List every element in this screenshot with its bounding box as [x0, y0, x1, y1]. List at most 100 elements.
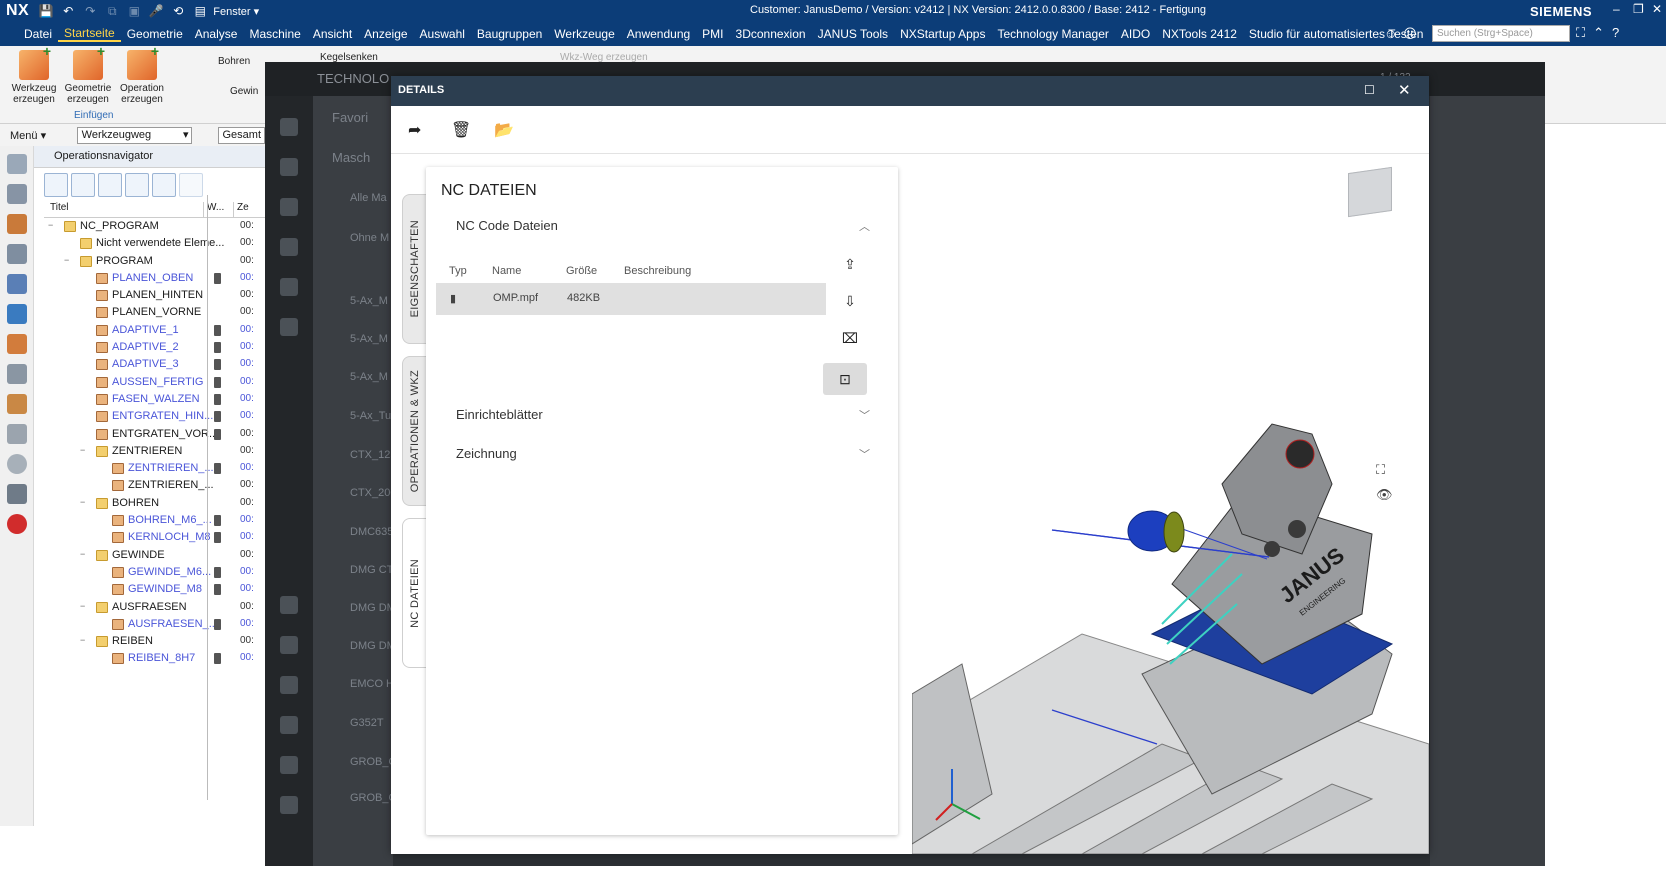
- minimize-button[interactable]: –: [1613, 2, 1620, 16]
- menu-item-geometrie[interactable]: Geometrie: [121, 27, 189, 41]
- tree-row[interactable]: ZENTRIEREN_... 00:: [44, 477, 265, 494]
- file-preview-icon[interactable]: ⊡: [823, 363, 867, 395]
- gear-icon[interactable]: [280, 636, 298, 654]
- part-icon[interactable]: [7, 184, 27, 204]
- menu-item-pmi[interactable]: PMI: [696, 27, 729, 41]
- machine-view-icon[interactable]: [71, 173, 95, 197]
- logout-icon[interactable]: [280, 796, 298, 814]
- tree-row[interactable]: REIBEN_8H7 00:: [44, 650, 265, 667]
- expand-toggle-icon[interactable]: −: [80, 635, 85, 645]
- operation-erzeugen-button[interactable]: Operation erzeugen: [116, 46, 168, 105]
- feature-icon[interactable]: [7, 424, 27, 444]
- tree-row[interactable]: − PROGRAM 00:: [44, 253, 265, 270]
- globe-icon[interactable]: [280, 756, 298, 774]
- part-navigator-icon[interactable]: [7, 244, 27, 264]
- file-download-icon[interactable]: ⇩: [839, 290, 861, 312]
- gewinde-button[interactable]: Gewin: [230, 86, 258, 97]
- expand-toggle-icon[interactable]: −: [80, 601, 85, 611]
- cutter-icon[interactable]: [280, 278, 298, 296]
- tree-row[interactable]: KERNLOCH_M8 00:: [44, 529, 265, 546]
- method-view-icon[interactable]: [125, 173, 149, 197]
- users-icon[interactable]: [280, 676, 298, 694]
- machine-list-item[interactable]: 5-Ax_M: [350, 295, 388, 307]
- table-icon[interactable]: [7, 304, 27, 324]
- smiley-icon[interactable]: ☺: [1384, 26, 1397, 42]
- tree-row[interactable]: − AUSFRAESEN 00:: [44, 599, 265, 616]
- tool-icon[interactable]: [280, 238, 298, 256]
- repeat-icon[interactable]: ⟲: [169, 4, 187, 18]
- machine-list-item[interactable]: 5-Ax_M: [350, 333, 388, 345]
- accordion-einrichteblaetter[interactable]: Einrichteblätter ﹀: [436, 396, 884, 434]
- file-row[interactable]: ▮ OMP.mpf 482KB: [436, 283, 826, 315]
- fullscreen-icon[interactable]: ⛶: [1576, 25, 1585, 41]
- menu-item-ansicht[interactable]: Ansicht: [307, 27, 358, 41]
- menu-item-analyse[interactable]: Analyse: [189, 27, 244, 41]
- collapse-icon[interactable]: ⌃: [1593, 25, 1604, 41]
- machine-list-item[interactable]: Ohne M: [350, 232, 389, 244]
- expand-toggle-icon[interactable]: −: [48, 220, 53, 230]
- scope-filter-select[interactable]: Gesamt: [218, 126, 265, 144]
- tree-row[interactable]: BOHREN_M6_... 00:: [44, 512, 265, 529]
- column-w[interactable]: W...: [204, 202, 234, 217]
- geometry-view-icon[interactable]: [98, 173, 122, 197]
- machine-list-item[interactable]: DMC635: [350, 526, 393, 538]
- user-icon[interactable]: [280, 596, 298, 614]
- tree-row[interactable]: ZENTRIEREN_... 00:: [44, 460, 265, 477]
- assembly-icon[interactable]: [7, 214, 27, 234]
- machine-list-item[interactable]: DMG CT: [350, 564, 393, 576]
- menu-item-datei[interactable]: Datei: [18, 27, 58, 41]
- paste-icon[interactable]: ▣: [125, 4, 143, 18]
- delete-view-icon[interactable]: [179, 173, 203, 197]
- machine-list-item[interactable]: G352T: [350, 717, 384, 729]
- menu-item-technology-manager[interactable]: Technology Manager: [991, 27, 1114, 41]
- machine-list-item[interactable]: CTX_200: [350, 487, 396, 499]
- tab-operationen-wkz[interactable]: OPERATIONEN & WKZ: [402, 356, 426, 506]
- machine-list-item[interactable]: EMCO H: [350, 678, 394, 690]
- fixture-icon[interactable]: [7, 394, 27, 414]
- 3d-viewport[interactable]: ⛶ 👁 JANUS ENGINEERING: [912, 154, 1429, 854]
- accordion-nc-code[interactable]: NC Code Dateien ︿: [436, 207, 884, 245]
- accordion-zeichnung[interactable]: Zeichnung ﹀: [436, 435, 884, 473]
- tree-row[interactable]: ADAPTIVE_1 00:: [44, 322, 265, 339]
- tools-icon[interactable]: [7, 484, 27, 504]
- help-icon[interactable]: ?: [1612, 25, 1619, 41]
- tree-row[interactable]: − BOHREN 00:: [44, 495, 265, 512]
- microphone-icon[interactable]: 🎤: [147, 4, 165, 18]
- menu-icon[interactable]: [280, 118, 298, 136]
- face-icon[interactable]: ☹: [1403, 26, 1417, 42]
- machine-list-item[interactable]: 5-Ax_M: [350, 371, 388, 383]
- history-icon[interactable]: [7, 454, 27, 474]
- machine-list-item[interactable]: DMG DM: [350, 640, 396, 652]
- type-filter-select[interactable]: Werkzeugweg: [76, 126, 193, 144]
- machine-icon[interactable]: [7, 334, 27, 354]
- tree-row[interactable]: FASEN_WALZEN 00:: [44, 391, 265, 408]
- tree-row[interactable]: Nicht verwendete Eleme... 00:: [44, 235, 265, 252]
- search-db-icon[interactable]: [280, 198, 298, 216]
- menu-item-anwendung[interactable]: Anwendung: [621, 27, 696, 41]
- machine-list-item[interactable]: 5-Ax_Tu: [350, 410, 391, 422]
- favorites-label[interactable]: Favori: [332, 110, 368, 125]
- tree-row[interactable]: − REIBEN 00:: [44, 633, 265, 650]
- save-icon[interactable]: 💾: [37, 4, 55, 18]
- menu-item-werkzeuge[interactable]: Werkzeuge: [548, 27, 620, 41]
- bohren-button[interactable]: Bohren: [218, 56, 250, 67]
- command-search-input[interactable]: Suchen (Strg+Space): [1432, 25, 1570, 42]
- tree-row[interactable]: − GEWINDE 00:: [44, 547, 265, 564]
- tree-row[interactable]: AUSSEN_FERTIG 00:: [44, 374, 265, 391]
- tree-row[interactable]: GEWINDE_M8 00:: [44, 581, 265, 598]
- column-title[interactable]: Titel: [44, 202, 204, 217]
- tree-row[interactable]: GEWINDE_M6... 00:: [44, 564, 265, 581]
- menu-item-startseite[interactable]: Startseite: [58, 26, 121, 42]
- group-icon[interactable]: [280, 716, 298, 734]
- maximize-button[interactable]: ☐: [1364, 83, 1375, 97]
- sync-icon[interactable]: [280, 318, 298, 336]
- menu-item-maschine[interactable]: Maschine: [243, 27, 306, 41]
- geometrie-erzeugen-button[interactable]: Geometrie erzeugen: [62, 46, 114, 105]
- machine-list-item[interactable]: DMG DM: [350, 602, 396, 614]
- copy-icon[interactable]: ⧉: [103, 4, 121, 19]
- tool-library-icon[interactable]: [7, 364, 27, 384]
- folder-open-icon[interactable]: 📂: [494, 120, 514, 140]
- aido-icon[interactable]: [7, 514, 27, 534]
- menu-dropdown[interactable]: Menü ▾: [0, 129, 77, 142]
- database-icon[interactable]: [280, 158, 298, 176]
